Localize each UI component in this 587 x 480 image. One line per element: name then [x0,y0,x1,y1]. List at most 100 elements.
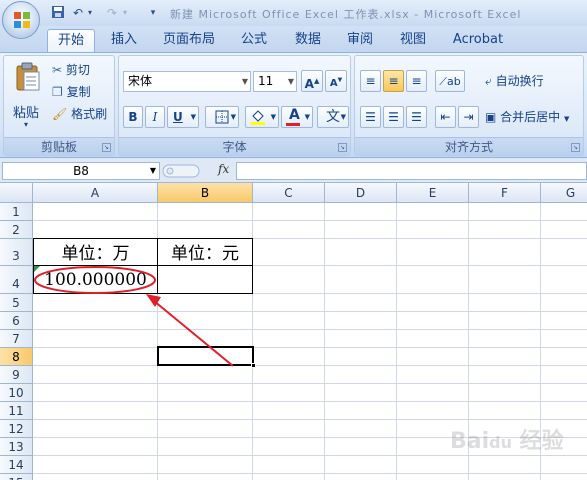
chevron-down-icon: ▼ [241,77,248,86]
paste-dropdown-icon: ▾ [24,120,29,129]
font-group: 宋体 ▼ 11 ▼ A▲ A▼ B I U ▼ ▼ ▼ A ▼ 文 ▼ 字体 ↘ [118,55,351,156]
font-color-letter: A [289,107,300,123]
paintbrush-icon: 🖌 [52,107,68,121]
paste-label: 粘贴 [13,106,40,121]
tab-insert[interactable]: 插入 [100,29,148,52]
phonetic-button[interactable]: 文 ▼ [317,106,349,128]
merge-center-label: 合并后居中 [500,110,561,124]
merge-center-button[interactable]: ▣ 合并后居中 ▼ [485,106,569,128]
chevron-down-icon: ▼ [564,115,570,123]
font-launcher-icon[interactable]: ↘ [338,143,347,152]
underline-button[interactable]: U ▼ [167,106,199,128]
increase-indent-button[interactable]: ⇥ [458,106,479,128]
cut-button[interactable]: ✂ 剪切 [52,59,90,81]
chevron-down-icon: ▼ [340,113,346,121]
shrink-font-button[interactable]: A▼ [325,70,347,92]
wrap-text-button[interactable]: ⤶ 自动换行 [485,70,544,92]
ribbon: 粘贴 ▾ ✂ 剪切 ❐ 复制 🖌 格式刷 剪贴板 ↘ 宋体 ▼ 11 ▼ A▲ [0,52,587,158]
customize-qat-icon[interactable]: ▾ [145,5,161,21]
highlight-circle [34,266,156,294]
grow-font-icon: A▲ [304,77,320,91]
paint-bucket-icon [251,110,265,125]
office-logo-icon [14,12,30,28]
insert-function-icon[interactable]: fx [218,162,229,176]
fill-color-button[interactable]: ▼ [245,106,279,128]
font-size-value: 11 [258,74,274,88]
chevron-down-icon: ▼ [287,77,294,86]
font-name-value: 宋体 [128,74,153,88]
redo-dropdown-icon[interactable]: ▾ [117,5,133,21]
align-middle-button[interactable]: ≡ [383,70,404,92]
formula-input[interactable] [236,162,587,180]
function-slot-icon [162,164,200,178]
align-right-button[interactable]: ☰ [406,106,427,128]
align-left-icon: ☰ [365,110,376,124]
orientation-button[interactable]: ⟋ab [435,70,465,92]
italic-button[interactable]: I [145,106,165,128]
copy-icon: ❐ [52,85,63,99]
formula-bar: B8 ▼ fx [0,159,587,183]
align-center-button[interactable]: ☰ [383,106,404,128]
save-icon[interactable] [50,5,66,21]
chevron-down-icon: ▼ [304,113,310,121]
clipboard-group: 粘贴 ▾ ✂ 剪切 ❐ 复制 🖌 格式刷 剪贴板 ↘ [3,55,115,156]
format-painter-label: 格式刷 [71,107,108,121]
office-button[interactable] [2,1,40,39]
format-painter-button[interactable]: 🖌 格式刷 [52,103,107,125]
underline-label: U [173,110,183,124]
annotation-arrow-line [153,300,234,367]
align-middle-icon: ≡ [388,74,399,88]
window-title: 新建 Microsoft Office Excel 工作表.xlsx - Mic… [170,8,522,21]
phonetic-icon: 文 [326,109,340,125]
text-orientation-icon: ⟋ab [439,75,461,88]
align-bottom-icon: ≡ [411,74,422,88]
name-box[interactable]: B8 ▼ [2,162,160,180]
tab-formulas[interactable]: 公式 [230,29,278,52]
formula-buttons: fx [162,162,234,180]
scissors-icon: ✂ [52,63,63,77]
clipboard-launcher-icon[interactable]: ↘ [102,143,111,152]
increase-indent-icon: ⇥ [463,110,474,124]
align-left-button[interactable]: ☰ [360,106,381,128]
alignment-launcher-icon[interactable]: ↘ [571,143,580,152]
borders-button[interactable]: ▼ [205,106,239,128]
grow-font-button[interactable]: A▲ [301,70,323,92]
chevron-down-icon: ▼ [230,113,236,121]
clipboard-group-label: 剪贴板 [4,137,114,155]
decrease-indent-icon: ⇤ [440,110,451,124]
cut-label: 剪切 [65,63,90,77]
chevron-down-icon: ▼ [190,113,196,121]
font-size-select[interactable]: 11 ▼ [253,71,297,92]
copy-button[interactable]: ❐ 复制 [52,81,91,103]
wrap-text-icon: ⤶ [485,74,492,88]
tab-review[interactable]: 审阅 [336,29,384,52]
baidu-watermark: Baidu 经验 [450,429,564,454]
shrink-font-icon: A▼ [329,77,343,90]
chevron-down-icon: ▼ [149,166,156,175]
align-right-icon: ☰ [411,110,422,124]
align-top-button[interactable]: ≡ [360,70,381,92]
alignment-group-label: 对齐方式 [355,137,583,155]
align-top-icon: ≡ [365,74,376,88]
title-bar: ↶ ▾ ↷ ▾ ▾ 新建 Microsoft Office Excel 工作表.… [0,0,587,39]
alignment-group: ≡ ≡ ≡ ⟋ab ⤶ 自动换行 ☰ ☰ ☰ ⇤ ⇥ ▣ 合并后居中 ▼ 对齐方… [354,55,584,156]
wrap-text-label: 自动换行 [495,74,544,88]
undo-dropdown-icon[interactable]: ▾ [82,5,98,21]
paste-icon [16,62,40,91]
font-color-button[interactable]: A ▼ [281,106,313,128]
tab-page-layout[interactable]: 页面布局 [155,29,223,52]
tab-data[interactable]: 数据 [284,29,332,52]
font-name-select[interactable]: 宋体 ▼ [123,71,251,92]
bold-button[interactable]: B [123,106,143,128]
tab-home[interactable]: 开始 [47,29,95,52]
borders-icon [215,110,229,124]
decrease-indent-button[interactable]: ⇤ [435,106,456,128]
tab-acrobat[interactable]: Acrobat [446,29,510,52]
font-color-swatch [286,123,300,126]
align-bottom-button[interactable]: ≡ [406,70,427,92]
paste-button[interactable]: 粘贴 ▾ [9,60,49,136]
worksheet-grid[interactable]: A B C D E F G 1 2 3 4 5 6 7 8 9 10 11 12… [0,183,587,480]
tab-view[interactable]: 视图 [389,29,437,52]
ribbon-tabs: 开始 插入 页面布局 公式 数据 审阅 视图 Acrobat [0,26,587,52]
font-group-label: 字体 [119,137,350,155]
